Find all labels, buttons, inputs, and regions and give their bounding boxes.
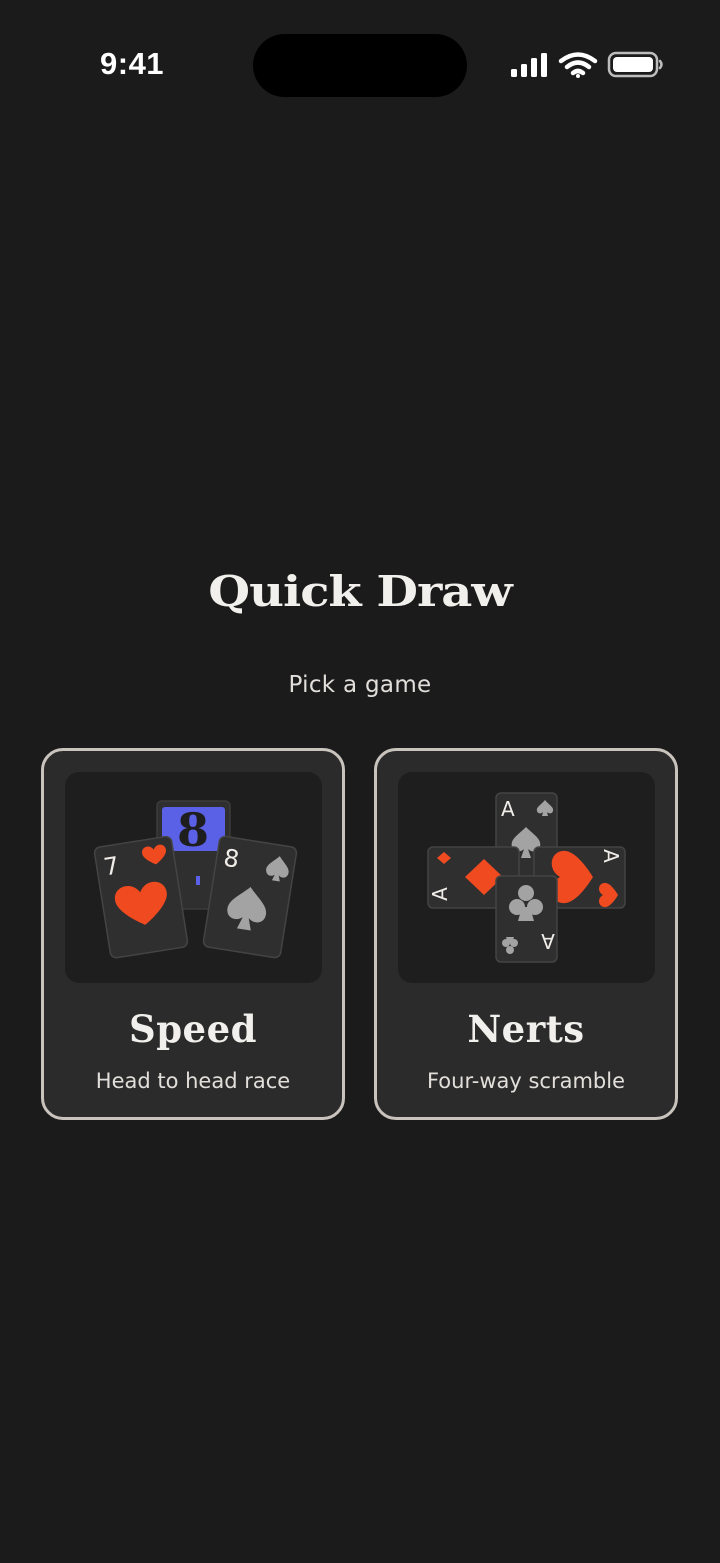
ace-hearts-rank: A [599,849,623,863]
eight-of-spades-card: 8 [202,835,298,959]
cellular-signal-icon [511,53,547,77]
nerts-card-art: A A A A [398,772,655,983]
nerts-game-card[interactable]: A A A A Nerts Four-way scramble [374,748,678,1120]
home-screen: 9:41 Quick Draw Pick a game 8 7 8 Speed … [0,0,720,1563]
dynamic-island [253,34,467,97]
speed-card-art: 8 7 8 [65,772,322,983]
nerts-game-title: Nerts [467,1007,585,1051]
status-time: 9:41 [100,46,165,81]
status-icons [511,51,663,78]
seven-of-hearts-card: 7 [93,835,189,959]
speed-game-title: Speed [128,1007,258,1051]
subtitle: Pick a game [288,672,432,698]
ace-of-clubs-card: A [495,875,558,963]
speed-game-description: Head to head race [95,1069,291,1093]
speed-cards-illustration: 8 7 8 [93,800,298,959]
speed-game-card[interactable]: 8 7 8 Speed Head to head race [41,748,345,1120]
wifi-icon [558,52,598,78]
nerts-game-description: Four-way scramble [426,1069,626,1093]
ace-clubs-rank: A [541,929,555,953]
battery-icon [607,51,663,78]
app-title: Quick Draw [208,567,512,617]
svg-text:8: 8 [177,803,209,857]
nerts-cards-illustration: A A A A [427,792,626,963]
ace-spades-rank: A [501,797,515,821]
ace-diamonds-rank: A [428,887,452,901]
